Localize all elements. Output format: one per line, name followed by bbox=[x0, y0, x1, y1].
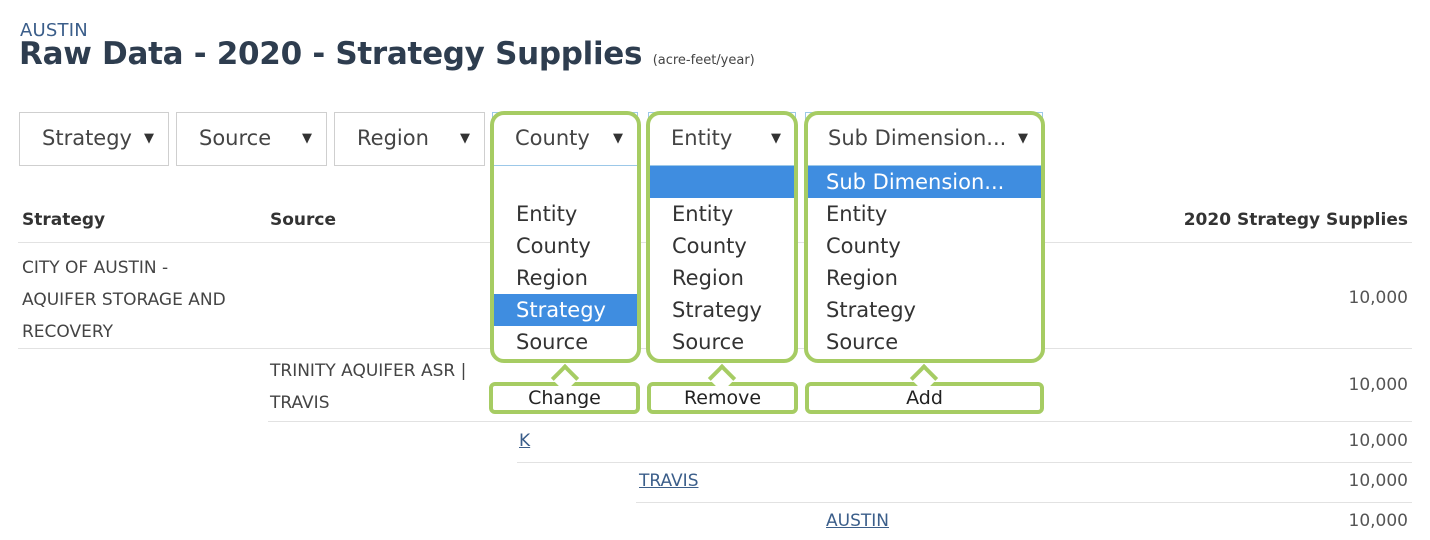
strategy-value-cell: 10,000 bbox=[1348, 288, 1408, 308]
county-filter-label: County bbox=[515, 126, 590, 150]
county-dropdown-list: Entity County Region Strategy Source bbox=[494, 166, 637, 361]
entity-filter[interactable]: Entity ▼ bbox=[648, 112, 796, 166]
page-title: Raw Data - 2020 - Strategy Supplies (acr… bbox=[19, 36, 755, 72]
entity-dropdown-list: Entity County Region Strategy Source bbox=[650, 166, 795, 361]
strategy-name-line: RECOVERY bbox=[22, 322, 113, 342]
chevron-down-icon: ▼ bbox=[613, 131, 623, 146]
column-header-strategy[interactable]: Strategy bbox=[22, 210, 105, 230]
region-link[interactable]: K bbox=[519, 431, 530, 451]
sub-dimension-filter[interactable]: Sub Dimension... ▼ bbox=[805, 112, 1043, 166]
dropdown-option[interactable]: Source bbox=[808, 326, 1042, 358]
dropdown-option[interactable]: Region bbox=[650, 262, 795, 294]
column-header-value[interactable]: 2020 Strategy Supplies bbox=[1184, 210, 1408, 230]
region-filter[interactable]: Region ▼ bbox=[334, 112, 485, 166]
chevron-down-icon: ▼ bbox=[460, 131, 470, 146]
strategy-name-line: AQUIFER STORAGE AND bbox=[22, 290, 226, 310]
row-divider bbox=[636, 502, 1412, 503]
county-value-cell: 10,000 bbox=[1348, 471, 1408, 491]
region-filter-label: Region bbox=[357, 126, 429, 150]
source-filter-label: Source bbox=[199, 126, 272, 150]
dropdown-option-selected[interactable] bbox=[650, 166, 795, 198]
dropdown-option-selected[interactable]: Sub Dimension... bbox=[808, 166, 1042, 198]
dropdown-option[interactable]: County bbox=[494, 230, 637, 262]
strategy-filter[interactable]: Strategy ▼ bbox=[19, 112, 169, 166]
column-header-source[interactable]: Source bbox=[270, 210, 336, 230]
entity-filter-label: Entity bbox=[671, 126, 733, 150]
county-filter[interactable]: County ▼ bbox=[492, 112, 638, 166]
dropdown-option[interactable]: Region bbox=[494, 262, 637, 294]
dropdown-option[interactable]: County bbox=[650, 230, 795, 262]
dropdown-option[interactable]: Region bbox=[808, 262, 1042, 294]
chevron-down-icon: ▼ bbox=[302, 131, 312, 146]
sub-dimension-dropdown-list: Sub Dimension... Entity County Region St… bbox=[808, 166, 1042, 361]
dropdown-option[interactable]: Entity bbox=[494, 198, 637, 230]
region-value-cell: 10,000 bbox=[1348, 431, 1408, 451]
dropdown-option[interactable]: County bbox=[808, 230, 1042, 262]
dropdown-option[interactable]: Strategy bbox=[650, 294, 795, 326]
source-name-line: TRINITY AQUIFER ASR | bbox=[270, 361, 467, 381]
dropdown-option-selected[interactable]: Strategy bbox=[494, 294, 637, 326]
chevron-down-icon: ▼ bbox=[1018, 131, 1028, 146]
chevron-down-icon: ▼ bbox=[144, 131, 154, 146]
entity-value-cell: 10,000 bbox=[1348, 511, 1408, 531]
row-divider bbox=[517, 462, 1412, 463]
strategy-filter-label: Strategy bbox=[42, 126, 132, 150]
county-link[interactable]: TRAVIS bbox=[639, 471, 698, 491]
source-filter[interactable]: Source ▼ bbox=[176, 112, 327, 166]
row-divider bbox=[268, 421, 1412, 422]
entity-link[interactable]: AUSTIN bbox=[826, 511, 889, 531]
strategy-name-cell: CITY OF AUSTIN - AQUIFER STORAGE AND REC… bbox=[22, 252, 226, 348]
source-name-cell: TRINITY AQUIFER ASR | TRAVIS bbox=[270, 355, 466, 419]
unit-label: (acre-feet/year) bbox=[652, 53, 755, 68]
sub-dimension-filter-label: Sub Dimension... bbox=[828, 126, 1007, 150]
dropdown-option[interactable]: Entity bbox=[808, 198, 1042, 230]
chevron-down-icon: ▼ bbox=[771, 131, 781, 146]
source-value-cell: 10,000 bbox=[1348, 375, 1408, 395]
strategy-name-line: CITY OF AUSTIN - bbox=[22, 258, 169, 278]
dropdown-option[interactable]: Entity bbox=[650, 198, 795, 230]
source-name-line: TRAVIS bbox=[270, 393, 330, 413]
page-title-text: Raw Data - 2020 - Strategy Supplies bbox=[19, 36, 643, 72]
dropdown-option[interactable]: Strategy bbox=[808, 294, 1042, 326]
dropdown-option[interactable]: Source bbox=[650, 326, 795, 358]
dropdown-option[interactable]: Source bbox=[494, 326, 637, 358]
